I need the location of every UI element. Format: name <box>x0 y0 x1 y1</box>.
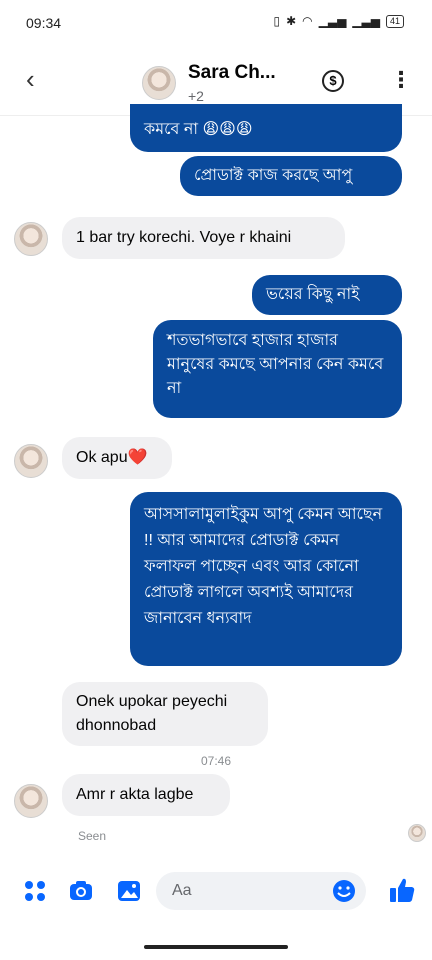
apps-icon[interactable] <box>22 878 48 904</box>
contact-name[interactable]: Sara Ch... <box>188 62 276 84</box>
avatar[interactable] <box>14 784 48 818</box>
status-bar: 09:34 ▯ ✱ ◠ ▁▃▅ ▁▃▅ 41 <box>0 0 432 44</box>
contact-subtitle: +2 <box>188 88 204 104</box>
signal-icon: ▁▃▅ <box>318 14 347 28</box>
like-icon[interactable] <box>388 876 416 904</box>
message-out[interactable]: শতভাগভাবে হাজার হাজার মানুষের কমছে আপনার… <box>153 320 402 418</box>
bluetooth-icon: ✱ <box>286 14 297 28</box>
more-icon[interactable]: ⋮ <box>390 66 412 94</box>
message-out[interactable]: আসসালামুলাইকুম আপু কেমন আছেন !! আর আমাদে… <box>130 492 402 666</box>
message-in[interactable]: Amr r akta lagbe <box>62 774 230 816</box>
message-in[interactable]: Onek upokar peyechi dhonnobad <box>62 682 268 746</box>
message-in[interactable]: Ok apu❤️ <box>62 437 172 479</box>
signal-icon-2: ▁▃▅ <box>352 14 380 28</box>
dollar-icon[interactable]: $ <box>322 70 344 92</box>
message-out[interactable]: কমবে না 😩😩😩 <box>130 104 402 152</box>
composer: Aa <box>0 862 432 920</box>
back-icon[interactable]: ‹ <box>26 66 35 92</box>
seen-label: Seen <box>78 829 107 843</box>
message-input[interactable]: Aa <box>156 872 366 910</box>
message-out[interactable]: ভয়ের কিছু নাই <box>252 275 402 315</box>
seen-avatar <box>408 824 426 842</box>
battery-icon: 41 <box>385 14 404 28</box>
avatar[interactable] <box>142 66 176 100</box>
vibrate-icon: ▯ <box>273 14 281 28</box>
home-indicator <box>144 945 288 949</box>
message-out[interactable]: প্রোডাক্ট কাজ করছে আপু <box>180 156 402 196</box>
wifi-icon: ◠ <box>302 14 313 28</box>
gallery-icon[interactable] <box>116 878 142 904</box>
message-input-placeholder: Aa <box>172 882 192 899</box>
avatar[interactable] <box>14 222 48 256</box>
status-icons: ▯ ✱ ◠ ▁▃▅ ▁▃▅ 41 <box>273 14 404 28</box>
camera-icon[interactable] <box>68 878 94 904</box>
message-in[interactable]: 1 bar try korechi. Voye r khaini <box>62 217 345 259</box>
avatar[interactable] <box>14 444 48 478</box>
message-timestamp: 07:46 <box>200 754 232 768</box>
emoji-icon[interactable] <box>332 879 356 903</box>
status-time: 09:34 <box>26 15 62 31</box>
